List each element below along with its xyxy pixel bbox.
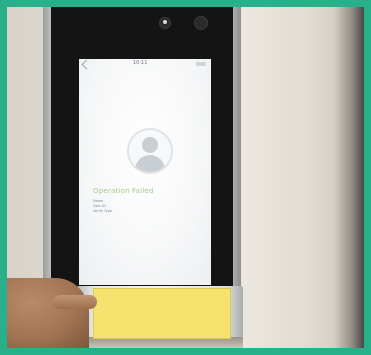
status-icons (196, 62, 206, 66)
indicator-led (163, 20, 167, 24)
detail-user-id: User ID (93, 204, 106, 208)
camera-lens-secondary (194, 16, 208, 30)
avatar-head (142, 137, 158, 153)
user-silhouette-icon (127, 128, 173, 174)
status-bar: 10:11 (79, 59, 211, 71)
terminal-screen: 10:11 Operation Failed Name User ID Veri… (79, 59, 211, 285)
clock: 10:11 (133, 60, 148, 66)
avatar-shoulders (135, 155, 165, 172)
status-title: Operation Failed (93, 187, 154, 195)
back-arrow-icon[interactable] (81, 59, 92, 70)
hand (7, 278, 89, 348)
photo: 10:11 Operation Failed Name User ID Veri… (7, 7, 364, 348)
wall-shadow (334, 7, 364, 348)
yellow-sticky-note (93, 288, 231, 339)
finger (53, 295, 97, 309)
detail-verify-type: Verify Type (93, 209, 113, 213)
detail-name: Name (93, 199, 104, 203)
